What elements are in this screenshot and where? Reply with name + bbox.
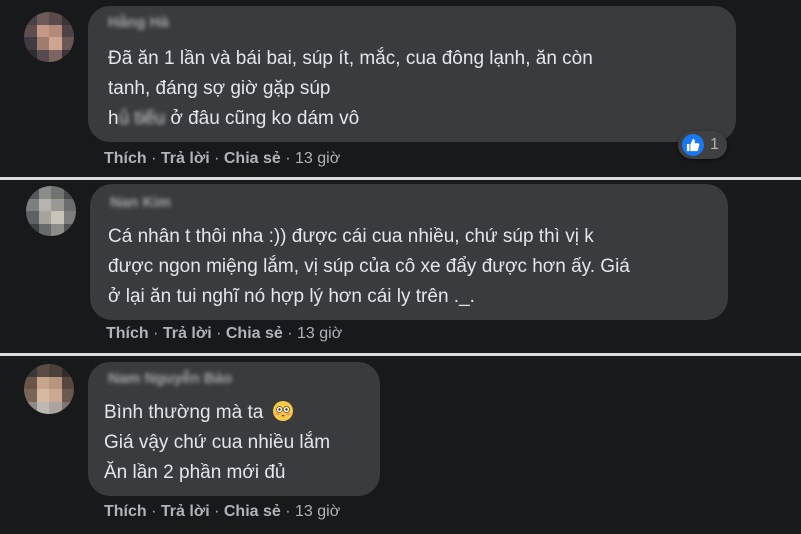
avatar[interactable] (26, 186, 76, 236)
comment-text-line: Giá vậy chứ cua nhiều lắm (104, 432, 331, 453)
comment-text-line: Cá nhân t thôi nha :)) được cái cua nhiề… (108, 226, 594, 247)
avatar[interactable] (24, 12, 74, 62)
separator: · (153, 325, 159, 342)
like-link[interactable]: Thích (104, 503, 147, 520)
flushed-face-icon (272, 401, 293, 421)
reaction-count: 1 (710, 136, 719, 153)
comment-author[interactable]: Nam Nguyễn Bảo (108, 370, 232, 387)
like-link[interactable]: Thích (106, 325, 149, 342)
timestamp[interactable]: 13 giờ (297, 325, 342, 342)
comment-actions: Thích · Trả lời · Chia sẻ · 13 giờ (104, 503, 340, 521)
comment-bubble: Hằng Hà Đã ăn 1 lần và bái bai, súp ít, … (88, 6, 736, 142)
comment-bubble: Nan Kim Cá nhân t thôi nha :)) được cái … (90, 184, 728, 320)
separator: · (216, 325, 222, 342)
comment-text-line: ở lại ăn tui nghĩ nó hợp lý hơn cái ly t… (108, 286, 475, 307)
share-link[interactable]: Chia sẻ (224, 503, 281, 520)
comment-actions: Thích · Trả lời · Chia sẻ · 13 giờ (104, 150, 340, 168)
reply-link[interactable]: Trả lời (161, 150, 210, 167)
separator: · (151, 150, 157, 167)
comment-text-line: tanh, đáng sợ giờ gặp súp (108, 78, 331, 99)
comment-text-line: Bình thường mà ta (104, 398, 293, 428)
comment-text-line: Ăn lần 2 phần mới đủ (104, 462, 286, 483)
reply-link[interactable]: Trả lời (163, 325, 212, 342)
reaction-summary[interactable]: 1 (678, 131, 727, 159)
like-link[interactable]: Thích (104, 150, 147, 167)
separator: · (214, 503, 220, 520)
comment-actions: Thích · Trả lời · Chia sẻ · 13 giờ (106, 325, 342, 343)
avatar[interactable] (24, 364, 74, 414)
separator: · (285, 503, 291, 520)
comment-2: Nan Kim Cá nhân t thôi nha :)) được cái … (0, 180, 801, 353)
comment-author[interactable]: Nan Kim (110, 194, 171, 211)
separator: · (285, 150, 291, 167)
separator: · (214, 150, 220, 167)
comment-text-line: Đã ăn 1 lần và bái bai, súp ít, mắc, cua… (108, 48, 593, 69)
text-content: Bình thường mà ta (104, 402, 264, 423)
comment-1: Hằng Hà Đã ăn 1 lần và bái bai, súp ít, … (0, 0, 801, 177)
share-link[interactable]: Chia sẻ (224, 150, 281, 167)
separator: · (287, 325, 293, 342)
comment-bubble: Nam Nguyễn Bảo Bình thường mà ta Giá vậy… (88, 362, 380, 496)
comment-3: Nam Nguyễn Bảo Bình thường mà ta Giá vậy… (0, 356, 801, 534)
text-suffix: ở đâu cũng ko dám vô (165, 108, 360, 129)
text-prefix: h (108, 108, 119, 129)
thumbs-up-icon (682, 134, 704, 156)
separator: · (151, 503, 157, 520)
share-link[interactable]: Chia sẻ (226, 325, 283, 342)
comment-text-line: được ngon miệng lắm, vị súp của cô xe đẩ… (108, 256, 630, 277)
comment-text-line: hủ tiếu ở đâu cũng ko dám vô (108, 104, 359, 134)
reply-link[interactable]: Trả lời (161, 503, 210, 520)
timestamp[interactable]: 13 giờ (295, 150, 340, 167)
timestamp[interactable]: 13 giờ (295, 503, 340, 520)
blurred-text: ủ tiếu (118, 108, 166, 129)
comment-author[interactable]: Hằng Hà (108, 14, 169, 31)
